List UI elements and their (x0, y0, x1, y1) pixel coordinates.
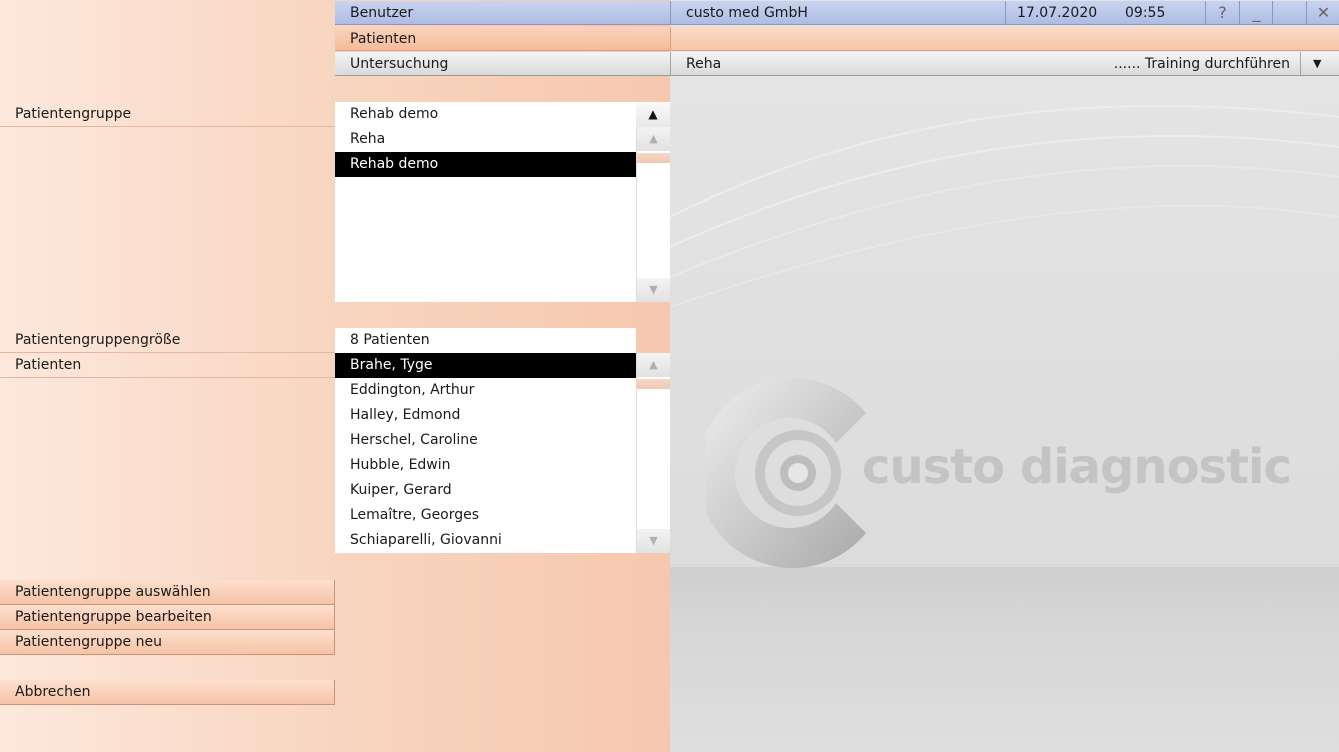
company-name: custo med GmbH (670, 1, 1005, 25)
patient-group-list[interactable]: Reha Rehab demo (335, 127, 636, 302)
time-display: 09:55 (1125, 5, 1166, 21)
group-size-text: 8 Patienten (350, 332, 430, 348)
patients-list[interactable]: Brahe, Tyge Eddington, Arthur Halley, Ed… (335, 353, 636, 553)
scroll-thumb[interactable] (637, 379, 670, 389)
patient-group-current: Rehab demo (350, 106, 439, 122)
scroll-down-button[interactable]: ▼ (637, 278, 670, 302)
select-group-button[interactable]: Patientengruppe auswählen (0, 580, 335, 605)
patients-info-field (670, 27, 1339, 51)
patients-tab[interactable]: Patienten (335, 27, 670, 51)
group-size-label: Patientengruppengröße (0, 328, 335, 353)
scroll-up-button[interactable]: ▲ (637, 127, 670, 151)
help-button[interactable]: ? (1205, 1, 1239, 25)
close-button[interactable]: ✕ (1306, 1, 1339, 25)
list-item[interactable]: Halley, Edmond (335, 403, 636, 428)
cancel-button[interactable]: Abbrechen (0, 680, 335, 705)
list-item[interactable]: Hubble, Edwin (335, 453, 636, 478)
group-scrollbar[interactable]: ▲ ▼ (636, 127, 670, 302)
exam-dropdown-button[interactable]: ▼ (1300, 52, 1339, 76)
list-item-selected[interactable]: Brahe, Tyge (335, 353, 636, 378)
patients-scrollbar[interactable]: ▲ ▼ (636, 353, 670, 553)
header-exam-row: Untersuchung Reha ...... Training durchf… (335, 52, 1339, 76)
header-user-row: Benutzer custo med GmbH 17.07.2020 09:55… (335, 1, 1339, 25)
brand-background: custo diagnostic (670, 77, 1339, 752)
scroll-up-button[interactable]: ▲ (637, 353, 670, 377)
user-label[interactable]: Benutzer (335, 1, 670, 25)
patient-group-label: Patientengruppe (0, 102, 335, 127)
list-item[interactable]: Kuiper, Gerard (335, 478, 636, 503)
close-icon: ✕ (1316, 3, 1331, 22)
exam-type: Reha (670, 52, 1060, 76)
scroll-down-button[interactable]: ▼ (637, 529, 670, 553)
new-group-button[interactable]: Patientengruppe neu (0, 630, 335, 655)
header-patients-row: Patienten (335, 27, 1339, 51)
exam-tab[interactable]: Untersuchung (335, 52, 670, 76)
scroll-thumb[interactable] (637, 153, 670, 163)
group-collapse-button[interactable]: ▲ (636, 102, 670, 127)
list-item-selected[interactable]: Rehab demo (335, 152, 636, 177)
exam-action-select[interactable]: ...... Training durchführen (1060, 52, 1300, 76)
maximize-button[interactable] (1272, 1, 1307, 25)
minimize-button[interactable]: _ (1239, 1, 1273, 25)
patients-label: Patienten (0, 353, 335, 378)
list-item[interactable]: Eddington, Arthur (335, 378, 636, 403)
patient-group-value[interactable]: Rehab demo (335, 102, 636, 128)
down-arrow-icon: ▼ (649, 283, 658, 296)
list-item[interactable]: Reha (335, 127, 636, 152)
up-arrow-icon: ▲ (649, 358, 658, 371)
down-arrow-icon: ▼ (649, 534, 658, 547)
up-arrow-icon: ▲ (648, 107, 658, 121)
floor-reflection (670, 567, 1339, 752)
list-item[interactable]: Schiaparelli, Giovanni (335, 528, 636, 553)
up-arrow-icon: ▲ (649, 132, 658, 145)
help-icon: ? (1218, 3, 1227, 22)
group-size-value: 8 Patienten (335, 328, 636, 353)
brand-logo-text: custo diagnostic (862, 439, 1292, 495)
list-item[interactable]: Herschel, Caroline (335, 428, 636, 453)
dropdown-arrow-icon: ▼ (1313, 57, 1322, 70)
list-item[interactable]: Lemaître, Georges (335, 503, 636, 528)
minimize-icon: _ (1252, 3, 1261, 22)
edit-group-button[interactable]: Patientengruppe bearbeiten (0, 605, 335, 630)
custo-logo-icon (706, 378, 866, 568)
